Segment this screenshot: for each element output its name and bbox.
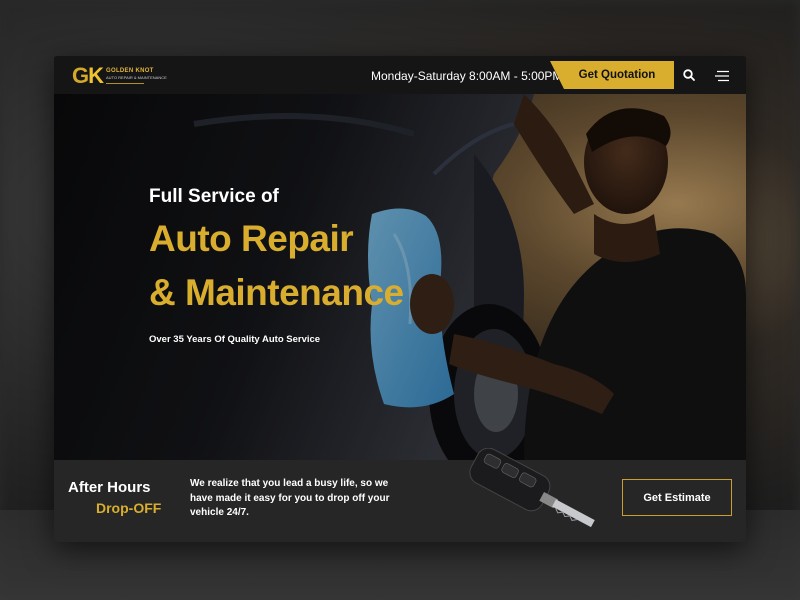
- site-header: GK GOLDEN KNOT AUTO REPAIR & MAINTENANCE…: [54, 56, 746, 94]
- logo-name: GOLDEN KNOT: [106, 68, 154, 74]
- after-hours-description: We realize that you lead a busy life, so…: [190, 478, 390, 518]
- hero-subtitle: Full Service of: [149, 186, 279, 207]
- car-key-image: [469, 448, 595, 528]
- browser-frame: GK GOLDEN KNOT AUTO REPAIR & MAINTENANCE…: [54, 56, 746, 542]
- get-estimate-button[interactable]: Get Estimate: [622, 479, 732, 516]
- logo-text: GOLDEN KNOT AUTO REPAIR & MAINTENANCE: [106, 68, 167, 84]
- business-hours: Monday-Saturday 8:00AM - 5:00PM: [371, 69, 563, 83]
- after-hours-title: After Hours: [68, 479, 151, 496]
- search-icon[interactable]: [683, 69, 695, 81]
- hero-banner: Full Service of Auto Repair & Maintenanc…: [54, 94, 746, 460]
- logo-underline: [106, 83, 145, 84]
- logo-tagline: AUTO REPAIR & MAINTENANCE: [106, 75, 167, 80]
- hero-title-line1: Auto Repair: [149, 218, 354, 259]
- drop-off-subtitle: Drop-OFF: [96, 500, 162, 516]
- hero-title-line2: & Maintenance: [149, 272, 404, 313]
- menu-icon[interactable]: [714, 70, 730, 82]
- logo-mark: GK: [72, 63, 104, 88]
- after-hours-bar: After Hours Drop-OFF We realize that you…: [54, 448, 746, 542]
- hero-tagline: Over 35 Years Of Quality Auto Service: [149, 334, 321, 345]
- logo[interactable]: GK GOLDEN KNOT AUTO REPAIR & MAINTENANCE: [72, 65, 167, 87]
- get-quotation-button[interactable]: Get Quotation: [550, 61, 674, 89]
